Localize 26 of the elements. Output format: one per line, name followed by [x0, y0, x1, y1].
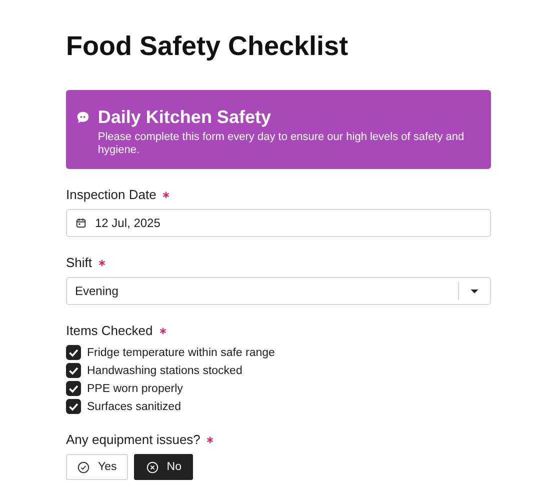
field-label: Inspection Date — [66, 187, 156, 202]
checkbox[interactable] — [66, 381, 81, 396]
checkbox-label: Handwashing stations stocked — [87, 364, 242, 376]
page-title: Food Safety Checklist — [66, 30, 350, 62]
checkbox[interactable] — [66, 363, 81, 378]
option-button[interactable]: Yes — [66, 454, 128, 480]
banner-text: Please complete this form every day to ensure our high levels of safety and hygiene. — [98, 131, 466, 157]
banner-heading: Daily Kitchen Safety — [98, 106, 272, 128]
caret-down-icon — [469, 288, 480, 294]
checkbox[interactable] — [66, 345, 81, 360]
selected-value: Evening — [75, 284, 120, 298]
date-field[interactable]: 12 Jul, 2025 — [66, 209, 491, 237]
checkbox-label: PPE worn properly — [87, 382, 183, 394]
field-label: Items Checked — [66, 323, 153, 338]
checkbox-label: Surfaces sanitized — [87, 400, 181, 412]
option-button[interactable]: No — [134, 454, 194, 480]
checkbox-label: Fridge temperature within safe range — [87, 346, 275, 358]
field-label: Any equipment issues? — [66, 432, 200, 447]
calendar-icon — [75, 217, 87, 229]
cross-circle-icon — [146, 460, 159, 474]
shift-dropdown[interactable]: Evening — [66, 277, 491, 305]
date-value: 12 Jul, 2025 — [95, 216, 160, 230]
field-label: Shift — [66, 255, 92, 270]
check-circle-icon — [77, 460, 90, 474]
speech-bubble-icon — [76, 110, 90, 125]
checkbox[interactable] — [66, 399, 81, 414]
